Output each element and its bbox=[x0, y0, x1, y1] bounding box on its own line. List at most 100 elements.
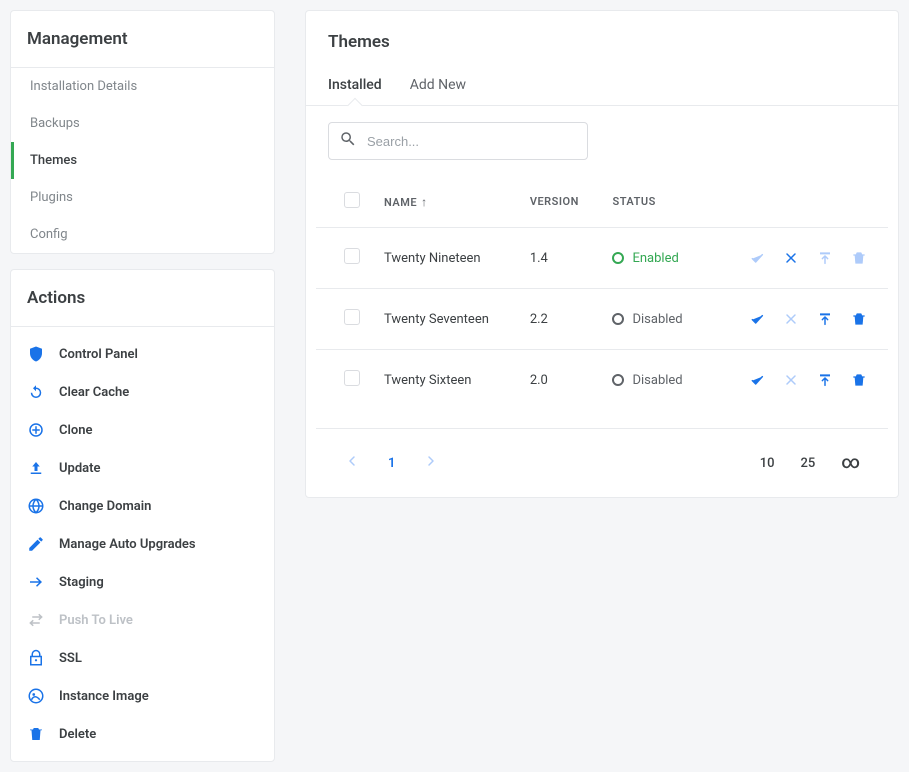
sidebar-item-config[interactable]: Config bbox=[11, 216, 274, 253]
status-ring-icon bbox=[612, 313, 624, 325]
update-button[interactable] bbox=[808, 368, 842, 392]
action-ssl[interactable]: SSL bbox=[11, 639, 274, 677]
trash-icon bbox=[27, 725, 45, 743]
upload-icon bbox=[27, 459, 45, 477]
action-label: Staging bbox=[59, 575, 104, 590]
pagination: 1 10 25 ∞ bbox=[316, 428, 888, 497]
action-control-panel[interactable]: Control Panel bbox=[11, 335, 274, 373]
tab-add-new[interactable]: Add New bbox=[410, 67, 466, 105]
update-button[interactable] bbox=[808, 246, 842, 270]
action-push-to-live: Push To Live bbox=[11, 601, 274, 639]
sidebar-item-label: Themes bbox=[30, 153, 77, 168]
delete-button[interactable] bbox=[842, 307, 876, 331]
action-update[interactable]: Update bbox=[11, 449, 274, 487]
action-manage-auto-upgrades[interactable]: Manage Auto Upgrades bbox=[11, 525, 274, 563]
clone-icon bbox=[27, 421, 45, 439]
themes-table: Name↑ Version Status Twenty Nineteen1.4 E… bbox=[316, 176, 888, 410]
lock-icon bbox=[27, 649, 45, 667]
search-box[interactable] bbox=[328, 122, 588, 160]
page-size-all[interactable]: ∞ bbox=[841, 454, 860, 472]
theme-name: Twenty Seventeen bbox=[372, 289, 518, 350]
sidebar-item-backups[interactable]: Backups bbox=[11, 105, 274, 142]
page-size-25[interactable]: 25 bbox=[800, 456, 815, 471]
delete-button[interactable] bbox=[842, 368, 876, 392]
disable-button[interactable] bbox=[774, 368, 808, 392]
action-delete[interactable]: Delete bbox=[11, 715, 274, 753]
action-label: SSL bbox=[59, 651, 82, 666]
enable-button[interactable] bbox=[740, 368, 774, 392]
prev-page-button[interactable] bbox=[344, 453, 360, 473]
sort-asc-icon: ↑ bbox=[421, 195, 428, 209]
col-name[interactable]: Name↑ bbox=[372, 176, 518, 228]
next-page-button[interactable] bbox=[423, 453, 439, 473]
sidebar-item-plugins[interactable]: Plugins bbox=[11, 179, 274, 216]
table-row: Twenty Nineteen1.4 Enabled bbox=[316, 228, 888, 289]
table-row: Twenty Sixteen2.0 Disabled bbox=[316, 350, 888, 411]
sidebar-item-label: Installation Details bbox=[30, 79, 137, 94]
action-label: Push To Live bbox=[59, 613, 133, 628]
row-checkbox[interactable] bbox=[344, 309, 360, 325]
page-number[interactable]: 1 bbox=[388, 456, 395, 471]
theme-name: Twenty Sixteen bbox=[372, 350, 518, 411]
table-row: Twenty Seventeen2.2 Disabled bbox=[316, 289, 888, 350]
enable-button[interactable] bbox=[740, 246, 774, 270]
actions-card: Actions Control Panel Clear Cache Clone Upd… bbox=[10, 269, 275, 762]
action-clear-cache[interactable]: Clear Cache bbox=[11, 373, 274, 411]
status-badge: Disabled bbox=[612, 373, 695, 388]
management-heading: Management bbox=[11, 11, 274, 67]
sidebar-item-label: Plugins bbox=[30, 190, 73, 205]
theme-version: 2.2 bbox=[518, 289, 601, 350]
status-badge: Disabled bbox=[612, 312, 695, 327]
sidebar-item-label: Backups bbox=[30, 116, 80, 131]
disable-button[interactable] bbox=[774, 307, 808, 331]
row-checkbox[interactable] bbox=[344, 248, 360, 264]
action-change-domain[interactable]: Change Domain bbox=[11, 487, 274, 525]
action-staging[interactable]: Staging bbox=[11, 563, 274, 601]
image-icon bbox=[27, 687, 45, 705]
status-text: Enabled bbox=[632, 251, 678, 266]
col-status[interactable]: Status bbox=[600, 176, 707, 228]
management-card: Management Installation Details Backups Th… bbox=[10, 10, 275, 254]
sync-icon bbox=[27, 611, 45, 629]
page-title: Themes bbox=[306, 11, 898, 67]
sidebar-item-label: Config bbox=[30, 227, 68, 242]
action-label: Update bbox=[59, 461, 101, 476]
sidebar-item-installation-details[interactable]: Installation Details bbox=[11, 68, 274, 105]
action-label: Instance Image bbox=[59, 689, 149, 704]
disable-button[interactable] bbox=[774, 246, 808, 270]
pencil-icon bbox=[27, 535, 45, 553]
status-ring-icon bbox=[612, 374, 624, 386]
action-label: Clear Cache bbox=[59, 385, 129, 400]
action-instance-image[interactable]: Instance Image bbox=[11, 677, 274, 715]
globe-icon bbox=[27, 497, 45, 515]
theme-version: 2.0 bbox=[518, 350, 601, 411]
action-clone[interactable]: Clone bbox=[11, 411, 274, 449]
arrow-right-icon bbox=[27, 573, 45, 591]
refresh-icon bbox=[27, 383, 45, 401]
theme-version: 1.4 bbox=[518, 228, 601, 289]
sidebar-item-themes[interactable]: Themes bbox=[11, 142, 274, 179]
shield-icon bbox=[27, 345, 45, 363]
col-version[interactable]: Version bbox=[518, 176, 601, 228]
status-badge: Enabled bbox=[612, 251, 695, 266]
action-label: Control Panel bbox=[59, 347, 138, 362]
status-text: Disabled bbox=[632, 373, 682, 388]
theme-name: Twenty Nineteen bbox=[372, 228, 518, 289]
status-ring-icon bbox=[612, 252, 624, 264]
tab-installed[interactable]: Installed bbox=[328, 67, 382, 105]
delete-button[interactable] bbox=[842, 246, 876, 270]
search-input[interactable] bbox=[367, 134, 577, 149]
enable-button[interactable] bbox=[740, 307, 774, 331]
action-label: Clone bbox=[59, 423, 93, 438]
actions-heading: Actions bbox=[11, 270, 274, 326]
themes-panel: Themes Installed Add New Name↑ Version St… bbox=[305, 10, 899, 498]
select-all-checkbox[interactable] bbox=[344, 192, 360, 208]
search-icon bbox=[339, 130, 357, 152]
page-size-10[interactable]: 10 bbox=[760, 456, 775, 471]
action-label: Change Domain bbox=[59, 499, 151, 514]
update-button[interactable] bbox=[808, 307, 842, 331]
status-text: Disabled bbox=[632, 312, 682, 327]
row-checkbox[interactable] bbox=[344, 370, 360, 386]
action-label: Delete bbox=[59, 727, 96, 742]
action-label: Manage Auto Upgrades bbox=[59, 537, 196, 552]
